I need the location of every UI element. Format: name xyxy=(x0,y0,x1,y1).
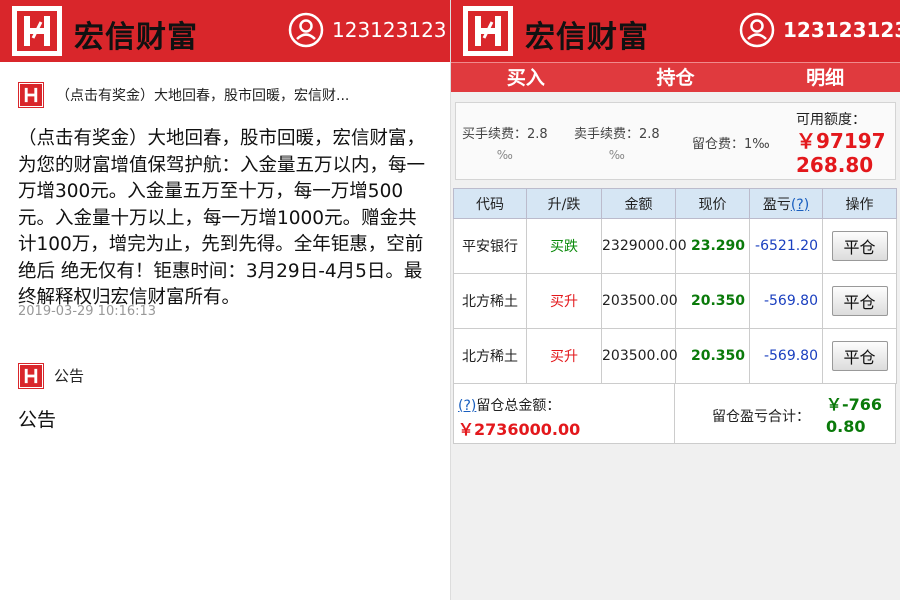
hold-fee-label: 留仓费：1‰ xyxy=(692,137,770,152)
close-position-button[interactable]: 平仓 xyxy=(831,286,888,316)
sell-fee: 卖手续费：2.8 ‰ xyxy=(574,123,660,162)
row-price: 20.350 xyxy=(675,328,750,384)
total-amount-block: (?)留仓总金额： ￥2736000.00 xyxy=(458,394,674,443)
brand-name: 宏信财富 xyxy=(74,20,198,55)
col-profit-label: 盈亏 xyxy=(762,196,791,213)
row-amount: 2329000.00 xyxy=(601,218,687,274)
table-row: 北方稀土 买升 203500.00 20.350 -569.80 平仓 xyxy=(453,328,897,384)
total-help-link[interactable]: (?) xyxy=(458,398,476,414)
sell-fee-unit: ‰ xyxy=(608,148,625,162)
row-amount: 203500.00 xyxy=(601,273,678,329)
tab-bar: 买入 持仓 明细 xyxy=(451,62,900,92)
notice-header[interactable]: 公告 xyxy=(18,362,450,389)
row-profit: -6521.20 xyxy=(749,218,823,274)
total-amount-value: ￥2736000.00 xyxy=(458,420,581,439)
user-icon[interactable] xyxy=(288,12,324,48)
row-profit: -569.80 xyxy=(749,328,823,384)
message-title[interactable]: （点击有奖金）大地回春，股市回暖，宏信财... xyxy=(56,85,349,105)
message-header[interactable]: （点击有奖金）大地回春，股市回暖，宏信财... xyxy=(18,82,450,108)
available-label: 可用额度： xyxy=(796,112,866,128)
total-amount-label: 留仓总金额： xyxy=(476,398,561,414)
tab-details[interactable]: 明细 xyxy=(750,63,900,92)
col-profit: 盈亏(?) xyxy=(749,188,823,219)
notice-title[interactable]: 公告 xyxy=(54,365,84,386)
account-number[interactable]: 123123123 xyxy=(783,18,900,42)
buy-fee: 买手续费：2.8 ‰ xyxy=(462,123,548,162)
close-position-button[interactable]: 平仓 xyxy=(831,341,888,371)
notice-body: 公告 xyxy=(18,408,57,431)
col-price: 现价 xyxy=(675,188,750,219)
summary-divider xyxy=(674,384,675,443)
sell-fee-label: 卖手续费：2.8 xyxy=(574,127,660,142)
col-action: 操作 xyxy=(822,188,897,219)
message-body: （点击有奖金）大地回春，股市回暖，宏信财富，为您的财富增值保驾护航：入金量五万以… xyxy=(18,128,426,308)
row-name: 北方稀土 xyxy=(453,328,527,384)
positions-pane: 宏信财富 123123123 买入 持仓 明细 买手续费：2.8 ‰ 卖手续费：… xyxy=(450,0,900,600)
row-price: 20.350 xyxy=(675,273,750,329)
buy-fee-unit: ‰ xyxy=(496,148,513,162)
table-row: 北方稀土 买升 203500.00 20.350 -569.80 平仓 xyxy=(453,273,897,329)
row-direction: 买升 xyxy=(526,328,602,384)
col-amount: 金额 xyxy=(601,188,676,219)
row-action-cell: 平仓 xyxy=(822,273,897,329)
col-code: 代码 xyxy=(453,188,527,219)
summary-bar: (?)留仓总金额： ￥2736000.00 留仓盈亏合计： ￥-7660.80 xyxy=(453,384,896,444)
notice-logo-icon xyxy=(18,362,44,389)
close-position-button[interactable]: 平仓 xyxy=(831,231,888,261)
top-bar: 宏信财富 123123123 xyxy=(0,0,450,62)
available-amount: ￥97197268.80 xyxy=(796,129,886,177)
row-name: 平安银行 xyxy=(453,218,527,274)
row-name: 北方稀土 xyxy=(453,273,527,329)
brand-logo-icon xyxy=(463,6,513,56)
fee-panel: 买手续费：2.8 ‰ 卖手续费：2.8 ‰ 留仓费：1‰ 可用额度： ￥9719… xyxy=(455,102,896,180)
message-logo-icon xyxy=(18,82,44,108)
row-direction: 买升 xyxy=(526,273,602,329)
account-number[interactable]: 123123123 xyxy=(332,18,447,42)
buy-fee-label: 买手续费：2.8 xyxy=(462,127,548,142)
row-action-cell: 平仓 xyxy=(822,218,897,274)
user-icon[interactable] xyxy=(739,12,775,48)
col-direction: 升/跌 xyxy=(526,188,602,219)
hold-fee: 留仓费：1‰ xyxy=(692,133,770,152)
positions-table: 代码 升/跌 金额 现价 盈亏(?) 操作 平安银行 买跌 2329000.00… xyxy=(453,188,897,384)
brand-logo-icon xyxy=(12,6,62,56)
tab-buy[interactable]: 买入 xyxy=(451,63,601,92)
row-amount: 203500.00 xyxy=(601,328,678,384)
row-profit: -569.80 xyxy=(749,273,823,329)
top-bar: 宏信财富 123123123 xyxy=(451,0,900,62)
message-pane: 宏信财富 123123123 （点击有奖金）大地回春，股市回暖，宏信财... （… xyxy=(0,0,450,600)
row-direction: 买跌 xyxy=(526,218,602,274)
brand-name: 宏信财富 xyxy=(525,20,649,55)
table-row: 平安银行 买跌 2329000.00 23.290 -6521.20 平仓 xyxy=(453,218,897,274)
total-profit-value: ￥-7660.80 xyxy=(826,395,883,436)
row-action-cell: 平仓 xyxy=(822,328,897,384)
tab-positions[interactable]: 持仓 xyxy=(601,63,751,92)
total-profit-label: 留仓盈亏合计： xyxy=(712,409,810,425)
profit-help-link[interactable]: (?) xyxy=(791,197,809,213)
table-header-row: 代码 升/跌 金额 现价 盈亏(?) 操作 xyxy=(453,188,897,219)
